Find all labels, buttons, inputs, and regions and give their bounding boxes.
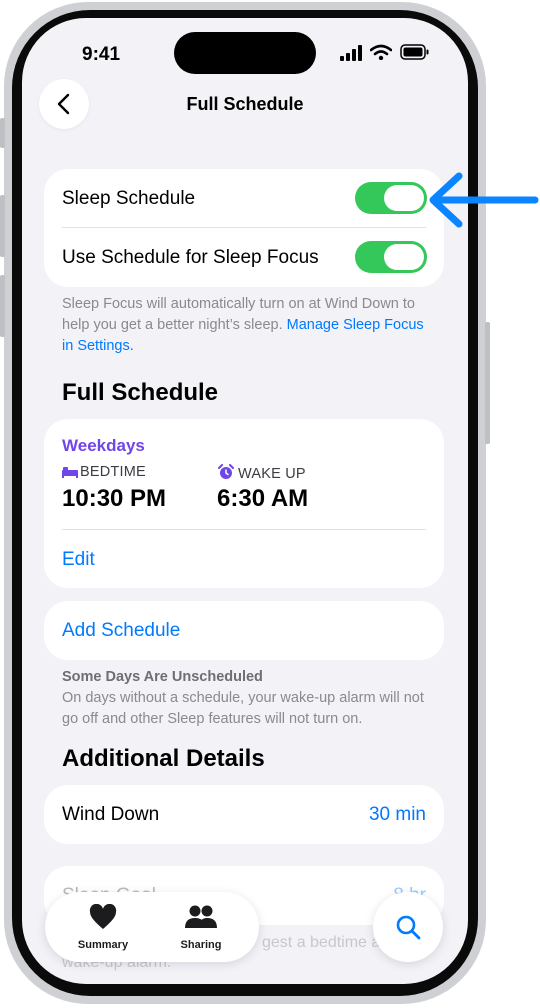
battery-icon xyxy=(400,44,429,60)
unscheduled-title: Some Days Are Unscheduled xyxy=(62,669,263,685)
wakeup-value: 6:30 AM xyxy=(217,485,309,512)
side-button-volume-down xyxy=(0,275,5,337)
divider xyxy=(62,529,426,530)
page-title: Full Schedule xyxy=(186,94,304,114)
toggle-knob xyxy=(384,185,424,211)
sleep-settings-card: Sleep Schedule Use Schedule for Sleep Fo… xyxy=(44,169,444,287)
tab-summary[interactable]: Summary xyxy=(53,903,153,951)
edit-schedule-button[interactable]: Edit xyxy=(62,549,95,571)
side-button-mute xyxy=(0,118,5,148)
wind-down-value[interactable]: 30 min xyxy=(369,804,426,826)
unscheduled-text: On days without a schedule, your wake-up… xyxy=(62,690,424,727)
cellular-signal-icon xyxy=(340,45,362,61)
wifi-icon xyxy=(370,44,392,60)
people-icon xyxy=(185,905,217,928)
wind-down-card[interactable]: Wind Down 30 min xyxy=(44,785,444,844)
sleep-focus-footnote: Sleep Focus will automatically turn on a… xyxy=(62,294,434,357)
tab-bar: Summary Sharing xyxy=(45,892,259,962)
wakeup-label: WAKE UP xyxy=(217,464,306,482)
tab-sharing-label: Sharing xyxy=(180,939,222,951)
bedtime-label-text: BEDTIME xyxy=(80,464,146,480)
schedule-days: Weekdays xyxy=(62,436,145,455)
weekday-schedule-card: Weekdays BEDTIME 10:30 PM WAKE UP 6:30 A… xyxy=(44,419,444,588)
heart-icon xyxy=(89,903,117,929)
additional-details-heading: Additional Details xyxy=(62,745,265,772)
search-icon xyxy=(396,915,421,940)
tab-sharing[interactable]: Sharing xyxy=(151,904,251,951)
unscheduled-note: Some Days Are Unscheduled On days withou… xyxy=(62,667,434,730)
dynamic-island xyxy=(174,32,316,74)
side-button-power xyxy=(485,322,490,444)
sleep-schedule-label: Sleep Schedule xyxy=(62,188,196,209)
screen: 9:41 Full Schedule Sleep Schedule Use Sc… xyxy=(22,18,468,984)
wind-down-label: Wind Down xyxy=(62,804,160,825)
bedtime-value: 10:30 PM xyxy=(62,485,167,512)
alarm-clock-icon xyxy=(218,464,234,479)
full-schedule-heading: Full Schedule xyxy=(62,379,219,406)
bed-icon xyxy=(62,467,78,478)
bedtime-label: BEDTIME xyxy=(62,464,146,480)
faded-footnote-line-1: gest a bedtime a xyxy=(262,934,381,951)
wakeup-label-text: WAKE UP xyxy=(238,466,306,482)
search-button[interactable] xyxy=(373,892,443,962)
divider xyxy=(62,227,426,228)
side-button-volume-up xyxy=(0,195,5,257)
sleep-schedule-toggle[interactable] xyxy=(355,182,427,214)
callout-arrow-icon xyxy=(429,172,539,228)
tab-summary-label: Summary xyxy=(77,939,129,951)
sleep-focus-label: Use Schedule for Sleep Focus xyxy=(62,247,319,268)
status-time: 9:41 xyxy=(82,44,121,65)
add-schedule-button[interactable]: Add Schedule xyxy=(62,620,180,642)
toggle-knob xyxy=(384,244,424,270)
add-schedule-card[interactable]: Add Schedule xyxy=(44,601,444,660)
sleep-focus-toggle[interactable] xyxy=(355,241,427,273)
